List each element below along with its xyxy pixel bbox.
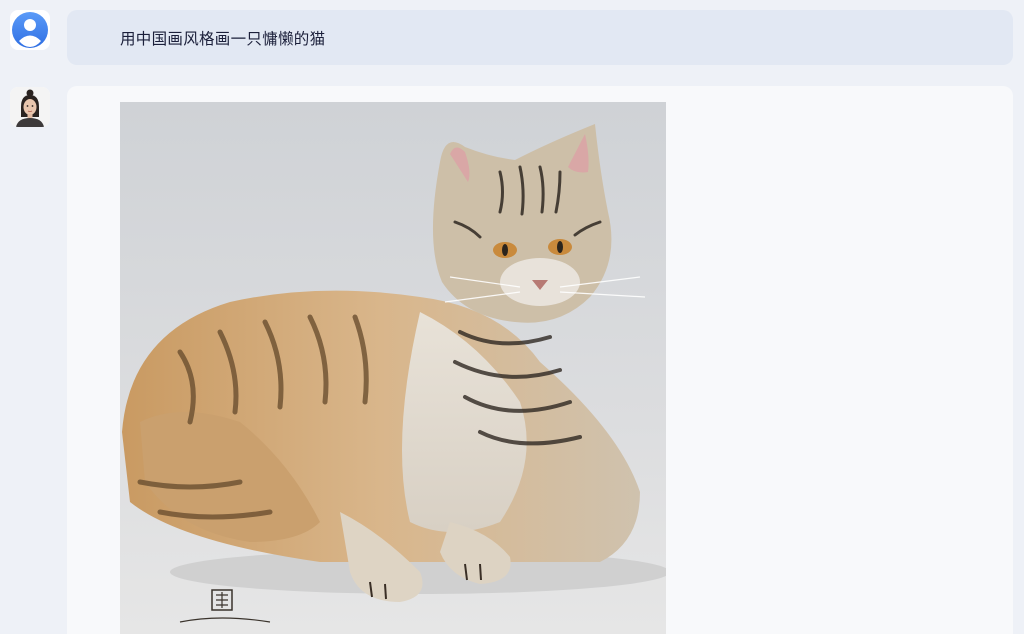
user-message-text: 用中国画风格画一只慵懒的猫 bbox=[120, 29, 326, 48]
assistant-portrait-avatar bbox=[10, 87, 50, 127]
generated-cat-painting-image[interactable] bbox=[120, 102, 666, 634]
user-avatar bbox=[10, 10, 50, 50]
assistant-message-bubble bbox=[67, 86, 1013, 634]
user-avatar-icon bbox=[12, 12, 48, 48]
user-message-bubble: 用中国画风格画一只慵懒的猫 bbox=[67, 10, 1013, 65]
assistant-avatar bbox=[10, 87, 50, 127]
